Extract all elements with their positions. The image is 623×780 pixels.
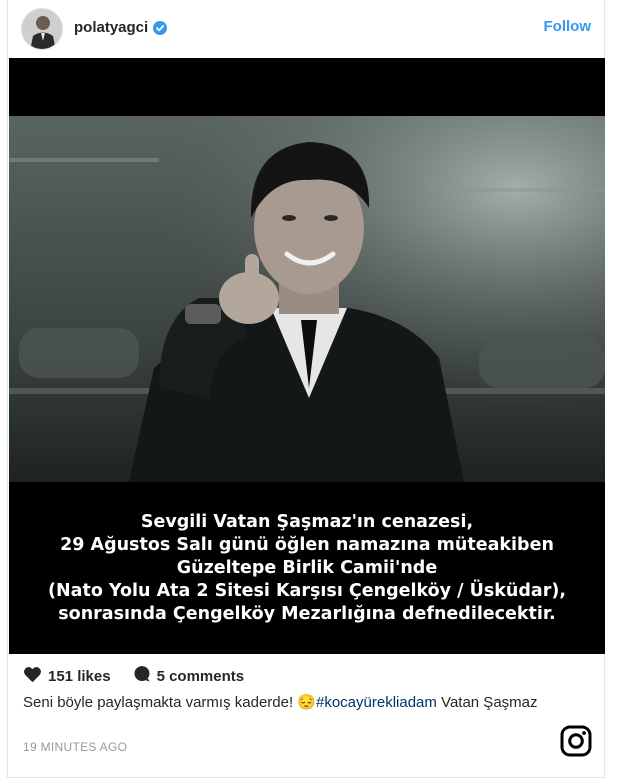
announcement-line: sonrasında Çengelköy Mezarlığına defnedi… — [58, 603, 556, 624]
photo-scene — [9, 58, 605, 482]
announcement-line: Güzeltepe Birlik Camii'nde — [176, 557, 438, 578]
username-link[interactable]: polatyagci — [74, 19, 168, 36]
username-label: polatyagci — [74, 19, 149, 36]
avatar[interactable] — [21, 8, 63, 50]
post-timestamp[interactable]: 19 MINUTES AGO — [23, 740, 127, 754]
announcement-line: Sevgili Vatan Şaşmaz'ın cenazesi, — [140, 511, 474, 532]
comments-count[interactable]: 5 comments — [157, 668, 245, 685]
instagram-logo-icon[interactable] — [560, 725, 592, 757]
comment-icon[interactable] — [133, 665, 151, 687]
instagram-embed-card: polatyagci Follow Sevgili Vatan Şaşmaz'ı… — [7, 0, 605, 778]
post-photo[interactable]: Sevgili Vatan Şaşmaz'ın cenazesi, 29 Ağu… — [9, 58, 605, 654]
caption-tail: Vatan Şaşmaz — [436, 694, 538, 711]
photo-announcement-text: Sevgili Vatan Şaşmaz'ın cenazesi, 29 Ağu… — [9, 482, 605, 654]
verified-badge-icon — [153, 20, 168, 35]
likes-count[interactable]: 151 likes — [48, 668, 111, 685]
engagement-bar: 151 likes 5 comments — [23, 665, 244, 687]
post-caption: Seni böyle paylaşmakta varmış kaderde! 😔… — [23, 692, 543, 713]
hashtag-link[interactable]: #kocayürekliadam — [316, 694, 437, 711]
announcement-line: 29 Ağustos Salı günü öğlen namazına müte… — [60, 534, 554, 555]
announcement-line: (Nato Yolu Ata 2 Sitesi Karşısı Çengelkö… — [48, 580, 566, 601]
follow-button[interactable]: Follow — [544, 18, 592, 35]
heart-icon[interactable] — [23, 666, 42, 687]
post-header: polatyagci Follow — [8, 0, 604, 58]
caption-text: Seni böyle paylaşmakta varmış kaderde! 😔 — [23, 694, 316, 711]
